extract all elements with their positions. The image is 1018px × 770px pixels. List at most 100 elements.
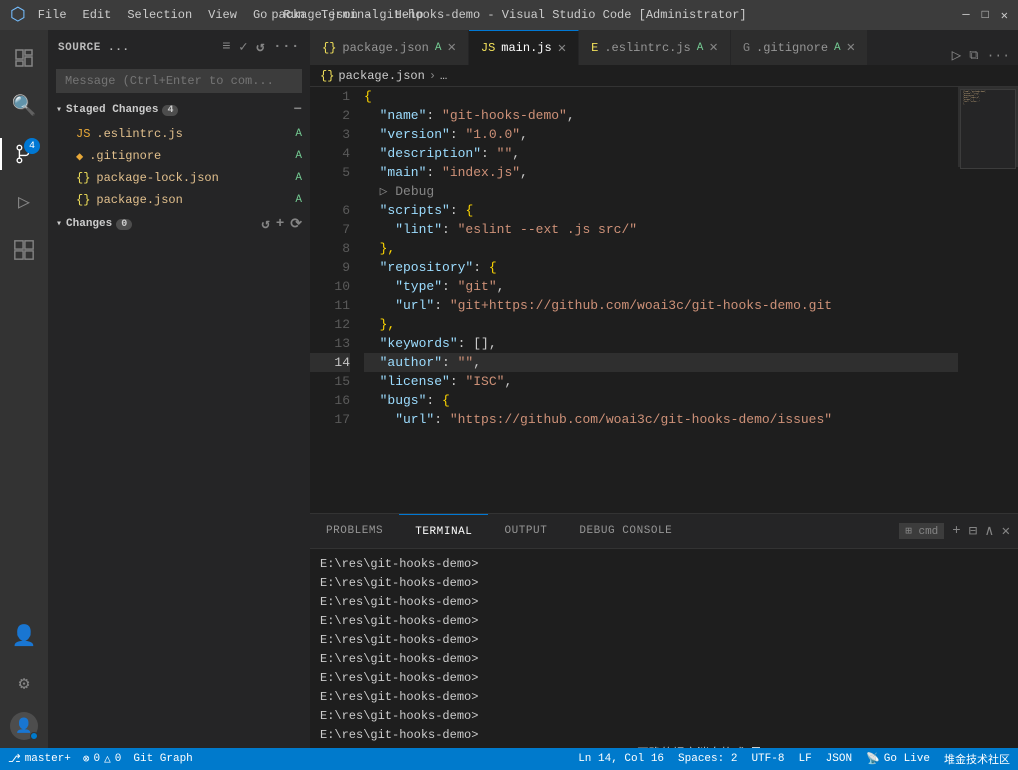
minimize-button[interactable]: ─ [962, 8, 969, 23]
menu-edit[interactable]: Edit [83, 8, 112, 22]
split-editor-icon[interactable]: ⧉ [969, 48, 978, 63]
sidebar-header-actions[interactable]: ≡ ✓ ↺ ··· [222, 39, 300, 56]
tab-problems[interactable]: PROBLEMS [310, 514, 399, 549]
close-button[interactable]: ✕ [1001, 8, 1008, 23]
activity-explorer[interactable] [0, 34, 48, 82]
notification-dot [30, 732, 38, 740]
warning-icon: △ [104, 752, 111, 766]
staged-file-packagejson[interactable]: {} package.json A [48, 189, 310, 211]
tab-indicator-packagejson: A [435, 42, 442, 54]
run-icon[interactable]: ▷ [952, 45, 962, 65]
git-branch[interactable]: ⎇ master+ [8, 752, 71, 766]
maximize-button[interactable]: □ [982, 8, 989, 23]
cursor-position[interactable]: Ln 14, Col 16 [578, 753, 664, 765]
commit-message-input[interactable] [56, 69, 302, 93]
commit-all-icon[interactable]: ≡ [222, 39, 231, 56]
code-content[interactable]: { "name": "git-hooks-demo", "version": "… [360, 87, 958, 513]
more-actions-icon[interactable]: ··· [273, 39, 300, 56]
problems-label: PROBLEMS [326, 525, 383, 537]
code-line-17: "url": "https://github.com/woai3c/git-ho… [364, 410, 958, 429]
tab-terminal[interactable]: TERMINAL [399, 514, 488, 549]
file-name-gitignore: .gitignore [89, 149, 291, 163]
staged-file-eslintrc[interactable]: JS .eslintrc.js A [48, 123, 310, 145]
line-ending[interactable]: LF [798, 753, 811, 765]
menu-file[interactable]: File [38, 8, 67, 22]
discard-all-icon[interactable]: ⟳ [290, 216, 302, 233]
activity-search[interactable]: 🔍 [0, 82, 48, 130]
breadcrumb-file[interactable]: package.json [338, 69, 424, 83]
file-name-packagejson: package.json [96, 193, 291, 207]
activity-settings[interactable]: ⚙ [0, 660, 48, 708]
encoding[interactable]: UTF-8 [751, 753, 784, 765]
go-live[interactable]: 📡 Go Live [866, 752, 930, 766]
source-control-badge: 4 [24, 138, 40, 154]
chevron-down-icon: ▾ [56, 104, 62, 116]
split-terminal-icon[interactable]: ⊟ [969, 523, 977, 540]
tab-close-packagejson[interactable]: ✕ [447, 39, 455, 56]
file-icon-gitignore: ◆ [76, 149, 83, 164]
maximize-panel-icon[interactable]: ∧ [985, 523, 993, 540]
panel-actions[interactable]: ⊞ cmd + ⊟ ∧ ✕ [899, 523, 1018, 540]
menu-selection[interactable]: Selection [127, 8, 192, 22]
changes-actions[interactable]: ↺ + ⟳ [261, 216, 302, 233]
status-bar-left: ⎇ master+ ⊗ 0 △ 0 Git Graph [8, 752, 193, 766]
menu-go[interactable]: Go [253, 8, 267, 22]
git-graph-label: Git Graph [133, 753, 192, 765]
staged-changes-actions[interactable]: − [294, 102, 302, 118]
minimap-preview: {"name": "git-hooks-demo", "version": "1… [960, 89, 1016, 169]
activity-extensions[interactable] [0, 226, 48, 274]
file-icon-packagejson: {} [76, 193, 90, 207]
file-status-packagelock: A [295, 172, 302, 184]
sidebar: SOURCE ... ≡ ✓ ↺ ··· ▾ Staged Changes 4 … [48, 30, 310, 748]
tab-mainjs[interactable]: JS main.js ✕ [469, 30, 579, 65]
activity-run[interactable]: ▷ [0, 178, 48, 226]
tab-packagejson[interactable]: {} package.json A ✕ [310, 30, 469, 65]
status-bar: ⎇ master+ ⊗ 0 △ 0 Git Graph Ln 14, Col 1… [0, 748, 1018, 770]
breadcrumb-file-icon: {} [320, 69, 334, 83]
code-line-14: "author": "", [364, 353, 958, 372]
indentation-label: Spaces: 2 [678, 753, 737, 765]
tab-eslintrc[interactable]: E .eslintrc.js A ✕ [579, 30, 731, 65]
community-link[interactable]: 堆金技术社区 [944, 751, 1010, 767]
chevron-right-icon: ▾ [56, 218, 62, 230]
errors-count[interactable]: ⊗ 0 △ 0 [83, 752, 121, 766]
tab-indicator-eslintrc: A [697, 42, 704, 54]
more-tab-actions-icon[interactable]: ··· [987, 48, 1010, 63]
terminal-line-7: E:\res\git-hooks-demo> [320, 669, 1008, 688]
activity-source-control[interactable]: 4 [0, 130, 48, 178]
changes-section-header[interactable]: ▾ Changes 0 ↺ + ⟳ [48, 211, 310, 237]
tab-close-gitignore[interactable]: ✕ [847, 39, 855, 56]
refresh-icon[interactable]: ↺ [256, 39, 265, 56]
unstage-all-icon[interactable]: − [294, 102, 302, 118]
git-graph[interactable]: Git Graph [133, 753, 192, 765]
refresh-changes-icon[interactable]: ↺ [261, 216, 269, 233]
staged-file-gitignore[interactable]: ◆ .gitignore A [48, 145, 310, 167]
staged-file-packagelock[interactable]: {} package-lock.json A [48, 167, 310, 189]
staged-changes-section-header[interactable]: ▾ Staged Changes 4 − [48, 97, 310, 123]
tab-gitignore[interactable]: G .gitignore A ✕ [731, 30, 868, 65]
code-line-1: { [364, 87, 958, 106]
check-icon[interactable]: ✓ [239, 39, 248, 56]
add-terminal-icon[interactable]: + [952, 523, 960, 539]
window-controls[interactable]: ─ □ ✕ [962, 8, 1008, 23]
terminal-line-10: E:\res\git-hooks-demo> [320, 726, 1008, 745]
terminal-line-4: E:\res\git-hooks-demo> [320, 612, 1008, 631]
user-avatar[interactable]: 👤 [10, 712, 38, 740]
menu-view[interactable]: View [208, 8, 237, 22]
close-panel-icon[interactable]: ✕ [1002, 523, 1010, 540]
code-line-4: "description": "", [364, 144, 958, 163]
tab-close-mainjs[interactable]: ✕ [558, 40, 566, 57]
breadcrumb-more[interactable]: … [440, 69, 447, 83]
stage-all-icon[interactable]: + [276, 216, 284, 233]
tab-actions[interactable]: ▷ ⧉ ··· [952, 45, 1018, 65]
tab-output[interactable]: OUTPUT [488, 514, 563, 549]
tab-close-eslintrc[interactable]: ✕ [709, 39, 717, 56]
tab-debug-console[interactable]: DEBUG CONSOLE [563, 514, 688, 549]
breadcrumb: {} package.json › … [310, 65, 1018, 87]
activity-account[interactable]: 👤 [0, 612, 48, 660]
language-mode[interactable]: JSON [826, 753, 852, 765]
indentation[interactable]: Spaces: 2 [678, 753, 737, 765]
vscode-logo-icon: ⬡ [10, 4, 26, 26]
terminal-content[interactable]: E:\res\git-hooks-demo> E:\res\git-hooks-… [310, 549, 1018, 748]
file-icon-packagelock: {} [76, 171, 90, 185]
